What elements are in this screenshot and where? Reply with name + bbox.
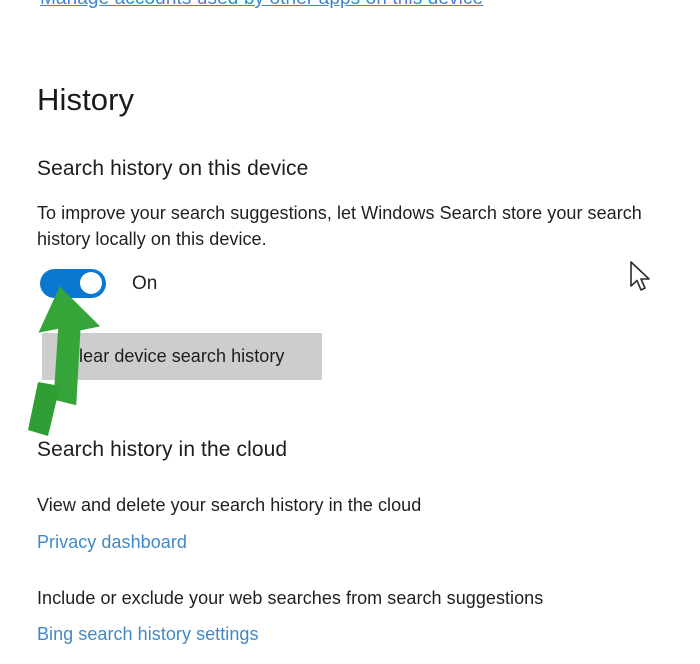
page-title: History xyxy=(37,82,135,117)
clear-device-search-history-button[interactable]: Clear device search history xyxy=(42,333,322,380)
cloud-history-description: View and delete your search history in t… xyxy=(37,495,422,515)
mouse-cursor-icon xyxy=(630,261,650,291)
manage-accounts-link[interactable]: Manage accounts used by other apps on th… xyxy=(40,0,483,12)
privacy-dashboard-link[interactable]: Privacy dashboard xyxy=(37,529,187,555)
bing-search-history-settings-link[interactable]: Bing search history settings xyxy=(37,621,259,647)
cloud-history-heading: Search history in the cloud xyxy=(37,438,288,461)
search-history-toggle-row: On xyxy=(40,269,157,298)
device-history-heading: Search history on this device xyxy=(37,157,309,180)
web-search-description: Include or exclude your web searches fro… xyxy=(37,588,544,608)
top-clipped-link-row: Manage accounts used by other apps on th… xyxy=(0,0,700,12)
toggle-knob xyxy=(80,272,102,294)
search-history-toggle[interactable] xyxy=(40,269,106,298)
device-history-description: To improve your search suggestions, let … xyxy=(37,203,642,249)
settings-page: Manage accounts used by other apps on th… xyxy=(0,0,700,664)
toggle-state-label: On xyxy=(132,272,158,294)
